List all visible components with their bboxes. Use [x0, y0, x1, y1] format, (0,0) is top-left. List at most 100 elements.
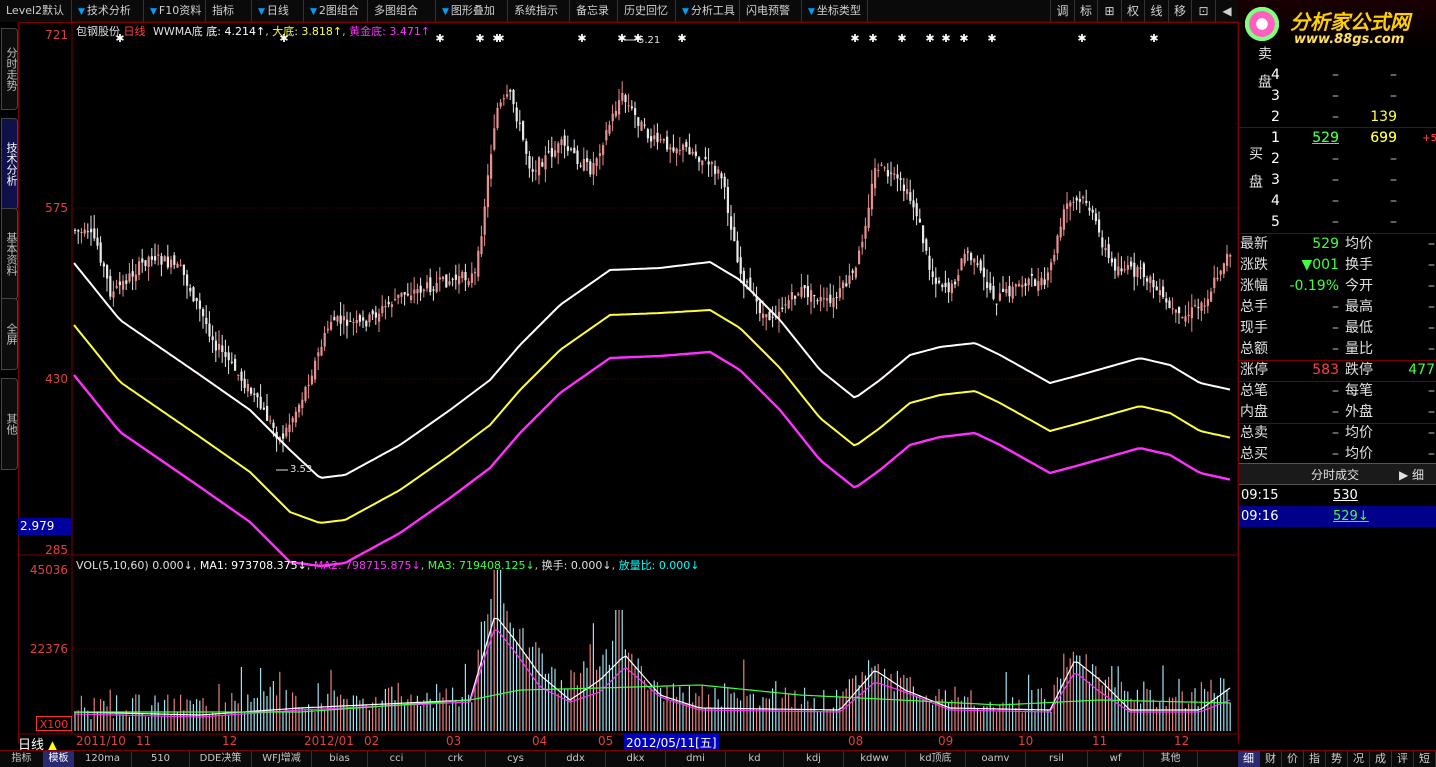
indicator-tab-4[interactable]: DDE决策	[190, 751, 252, 767]
tick-row[interactable]: 09:16 529↓	[1239, 506, 1436, 527]
candle-body	[1222, 263, 1225, 274]
quote-label: 涨幅	[1240, 278, 1268, 294]
candle-body	[288, 424, 291, 433]
period-indicator[interactable]: 日线 ▲	[18, 734, 74, 753]
candle-body	[531, 169, 534, 172]
candle-body	[723, 176, 726, 188]
candle-body	[784, 304, 787, 306]
candle-body	[758, 301, 761, 313]
quote-value-2: –	[1428, 383, 1435, 399]
right-tab-0[interactable]: 细	[1238, 751, 1260, 767]
play-icon: ▶	[1399, 468, 1413, 482]
candle-body	[445, 274, 448, 288]
candle-body	[141, 258, 144, 263]
candle-body	[589, 161, 592, 175]
indicator-tab-17[interactable]: oamv	[966, 751, 1026, 767]
indicator-tab-12[interactable]: dmi	[666, 751, 726, 767]
candle-body	[906, 189, 909, 195]
indicator-tab-5[interactable]: WFJ增减	[252, 751, 312, 767]
indicator-tab-8[interactable]: crk	[426, 751, 486, 767]
candle-body	[282, 433, 285, 439]
candle-body	[74, 229, 77, 231]
tick-row[interactable]: 09:15 530	[1239, 485, 1436, 506]
indicator-tab-3[interactable]: 510	[132, 751, 190, 767]
candle-body	[1066, 203, 1069, 209]
candle-body	[1155, 286, 1158, 291]
indicator-tab-7[interactable]: cci	[368, 751, 426, 767]
candle-body	[925, 239, 928, 251]
candle-body	[1213, 277, 1216, 289]
buy-level-row[interactable]: 3 – –	[1239, 170, 1436, 191]
signal-star-icon: ✱	[1077, 32, 1086, 45]
candle-body	[291, 417, 294, 423]
candle-body	[176, 263, 179, 268]
candle-body	[592, 162, 595, 175]
quote-value: –	[1332, 320, 1339, 336]
candle-body	[301, 399, 304, 409]
buy-level-row[interactable]: 1 529 699 +5	[1239, 128, 1436, 149]
indicator-tab-2[interactable]: 120ma	[74, 751, 132, 767]
indicator-tab-10[interactable]: ddx	[546, 751, 606, 767]
candle-body	[1210, 291, 1213, 302]
buy-level-row[interactable]: 4 – –	[1239, 191, 1436, 212]
right-tab-5[interactable]: 况	[1348, 751, 1370, 767]
right-tab-7[interactable]: 评	[1392, 751, 1414, 767]
candle-body	[202, 309, 205, 317]
sell-level-row[interactable]: 2 – 139	[1239, 107, 1436, 128]
indicator-tab-9[interactable]: cys	[486, 751, 546, 767]
tick-detail-label: 细	[1412, 468, 1425, 482]
buy-level-row[interactable]: 5 – –	[1239, 212, 1436, 233]
candle-body	[496, 107, 499, 128]
right-tab-3[interactable]: 指	[1304, 751, 1326, 767]
volume-bars	[74, 570, 1231, 731]
candle-body	[314, 360, 317, 380]
indicator-tab-15[interactable]: kdww	[844, 751, 906, 767]
tick-detail-button[interactable]: ▶ 细	[1399, 466, 1424, 483]
candle-body	[102, 263, 105, 267]
sell-price: –	[1332, 109, 1339, 125]
candle-body	[1168, 300, 1171, 309]
kline-chart[interactable]: ✱ ✱ ✱ ✱ ✱✱ ✱ ✱ ✱ ✱ ✱ ✱ ✱ ✱ ✱ ✱ ✱ ✱ ✱	[0, 0, 1238, 750]
indicator-tab-19[interactable]: wf	[1088, 751, 1144, 767]
indicator-tab-14[interactable]: kdj	[784, 751, 844, 767]
right-tab-2[interactable]: 价	[1282, 751, 1304, 767]
indicator-tab-13[interactable]: kd	[726, 751, 784, 767]
candle-body	[867, 207, 870, 228]
buy-price: –	[1332, 172, 1339, 188]
quote-value: –	[1332, 383, 1339, 399]
quote-row: 内盘 – 外盘 –	[1239, 402, 1436, 423]
indicator-tab-11[interactable]: dkx	[606, 751, 666, 767]
date-label-11: 10	[1018, 734, 1034, 748]
right-tab-8[interactable]: 短	[1414, 751, 1436, 767]
indicator-tab-1[interactable]: 模板	[44, 751, 74, 767]
candle-body	[1226, 253, 1229, 266]
signal-star-icon: ✱	[868, 32, 877, 45]
indicator-tab-20[interactable]: 其他	[1144, 751, 1198, 767]
quote-value: 583	[1312, 362, 1339, 378]
indicator-tab-0[interactable]: 指标	[0, 751, 44, 767]
buy-level-row[interactable]: 2 – –	[1239, 149, 1436, 170]
indicator-tab-6[interactable]: bias	[312, 751, 368, 767]
candle-body	[1139, 267, 1142, 269]
candle-body	[166, 256, 169, 268]
candle-body	[262, 407, 265, 410]
indicator-tab-18[interactable]: rsil	[1026, 751, 1088, 767]
candle-body	[1005, 288, 1008, 293]
right-tab-4[interactable]: 势	[1326, 751, 1348, 767]
right-tab-1[interactable]: 财	[1260, 751, 1282, 767]
sell-level-row[interactable]: 4 – –	[1239, 65, 1436, 86]
tick-time: 09:16	[1241, 509, 1279, 524]
candle-body	[99, 242, 102, 263]
sell-level-row[interactable]: 3 – –	[1239, 86, 1436, 107]
quote-row: 总买 – 均价 –	[1239, 444, 1436, 465]
candle-body	[486, 175, 489, 208]
indicator-tab-16[interactable]: kd顶底	[906, 751, 966, 767]
right-tab-6[interactable]: 成	[1370, 751, 1392, 767]
signal-star-icon: ✱	[959, 32, 968, 45]
quote-label-2: 量比	[1345, 341, 1373, 357]
candle-body	[128, 273, 131, 282]
candle-body	[371, 310, 374, 315]
candle-body	[1133, 262, 1136, 277]
quote-label-2: 换手	[1345, 257, 1373, 273]
buy-price: –	[1332, 214, 1339, 230]
